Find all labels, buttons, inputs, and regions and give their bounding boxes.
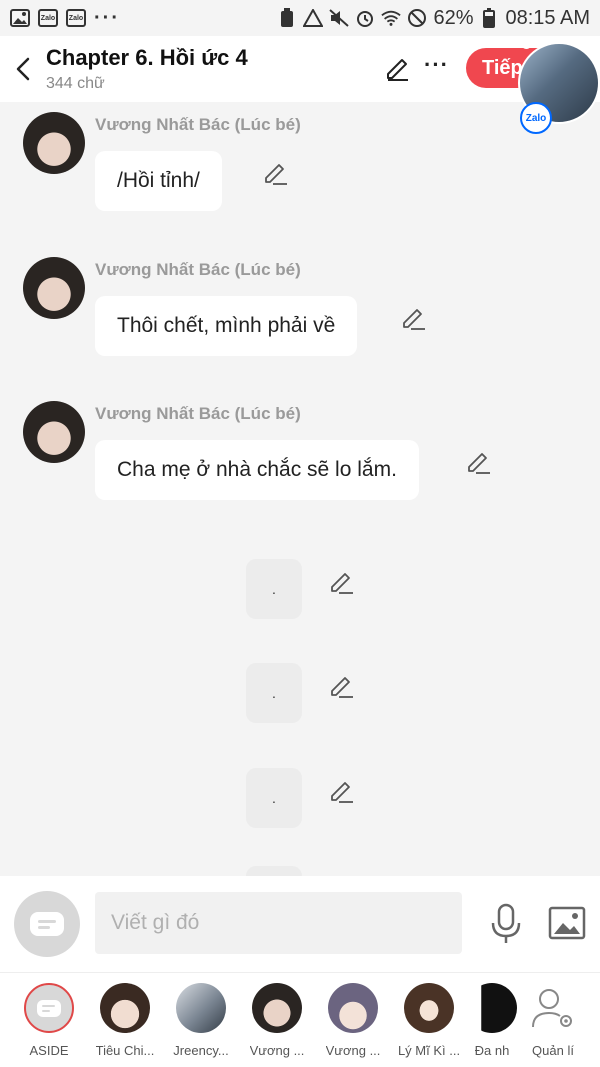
edit-chapter-button[interactable] xyxy=(384,54,412,82)
sender-name: Vương Nhất Bác (Lúc bé) xyxy=(95,404,301,423)
pencil-icon xyxy=(403,309,425,330)
edit-message-button[interactable] xyxy=(263,160,289,186)
more-options-button[interactable]: ··· xyxy=(424,52,449,78)
message-bubble[interactable]: . xyxy=(246,768,302,828)
pencil-icon xyxy=(387,59,408,81)
do-not-disturb-icon xyxy=(407,9,427,27)
pencil-icon xyxy=(468,453,490,474)
more-notifications-icon: ··· xyxy=(94,6,120,29)
image-icon xyxy=(548,906,586,940)
pencil-icon xyxy=(265,164,287,185)
back-button[interactable] xyxy=(0,36,46,102)
chevron-left-icon xyxy=(16,57,30,81)
zalo-icon: Zalo xyxy=(66,9,86,27)
wifi-icon xyxy=(381,9,402,27)
microphone-icon xyxy=(491,903,521,943)
avatar[interactable] xyxy=(23,257,85,319)
message-bubble[interactable]: Thôi chết, mình phải về xyxy=(95,296,358,356)
system-icons: 62% 08:15 AM xyxy=(277,7,590,30)
zalo-chat-head[interactable]: 5+ Zalo xyxy=(518,36,600,134)
pencil-icon xyxy=(331,677,353,698)
character-item[interactable]: Jreency... xyxy=(163,983,239,1063)
aside-avatar xyxy=(24,983,74,1033)
message-bubble-partial xyxy=(246,866,302,876)
next-label: Tiếp xyxy=(482,56,523,79)
pencil-icon xyxy=(331,573,353,594)
aside-icon xyxy=(30,912,64,936)
pencil-icon xyxy=(331,782,353,803)
character-name: Vương ... xyxy=(325,1043,381,1058)
avatar[interactable] xyxy=(23,401,85,463)
reader-header: Chapter 6. Hồi ức 4 344 chữ ··· Tiếp 5+ … xyxy=(0,36,600,134)
avatar xyxy=(252,983,302,1033)
sender-name: Vương Nhất Bác (Lúc bé) xyxy=(95,115,301,134)
message-input[interactable] xyxy=(95,892,462,954)
battery-icon xyxy=(479,8,499,28)
alarm-icon xyxy=(355,9,375,27)
character-name: Đa nh xyxy=(474,1043,510,1058)
message-bubble[interactable]: /Hồi tỉnh/ xyxy=(95,151,222,211)
word-count: 344 chữ xyxy=(46,75,105,92)
character-item[interactable]: Vương ... xyxy=(239,983,315,1063)
message-bubble[interactable]: Cha mẹ ở nhà chắc sẽ lo lắm. xyxy=(95,440,419,500)
clock: 08:15 AM xyxy=(505,6,590,29)
character-name: Lý Mĩ Kì ... xyxy=(397,1043,461,1058)
manage-characters-button[interactable]: Quản lí xyxy=(515,983,591,1063)
edit-message-button[interactable] xyxy=(329,673,355,699)
message-bubble[interactable]: . xyxy=(246,663,302,723)
character-item[interactable]: Vương ... xyxy=(315,983,391,1063)
zalo-logo-icon: Zalo xyxy=(520,102,552,134)
character-name: Vương ... xyxy=(249,1043,305,1058)
notification-icons: Zalo Zalo ··· xyxy=(10,7,120,30)
battery-saver-icon xyxy=(277,8,297,27)
aside-toggle-button[interactable] xyxy=(14,891,80,957)
avatar xyxy=(176,983,226,1033)
character-name: Jreency... xyxy=(173,1043,229,1058)
character-item[interactable]: Tiêu Chi... xyxy=(87,983,163,1063)
character-item[interactable]: Đa nh xyxy=(467,983,517,1063)
avatar[interactable] xyxy=(23,112,85,174)
character-item[interactable]: Lý Mĩ Kì ... xyxy=(391,983,467,1063)
avatar xyxy=(100,983,150,1033)
status-bar: Zalo Zalo ··· 62% 08:15 AM xyxy=(0,0,600,36)
character-name: Tiêu Chi... xyxy=(95,1043,155,1058)
character-aside[interactable]: ASIDE xyxy=(11,983,87,1063)
battery-percent: 62% xyxy=(433,6,474,29)
sender-name: Vương Nhất Bác (Lúc bé) xyxy=(95,260,301,279)
image-icon xyxy=(10,9,30,27)
data-saver-icon xyxy=(303,9,324,27)
avatar xyxy=(404,983,454,1033)
zalo-icon: Zalo xyxy=(38,9,58,27)
character-selector: ASIDE Tiêu Chi... Jreency... Vương ... V… xyxy=(0,972,600,1067)
edit-message-button[interactable] xyxy=(401,305,427,331)
edit-message-button[interactable] xyxy=(466,449,492,475)
character-name: Quản lí xyxy=(532,1043,574,1058)
title-group: Chapter 6. Hồi ức 4 344 chữ xyxy=(46,45,248,93)
edit-message-button[interactable] xyxy=(329,778,355,804)
user-settings-icon xyxy=(532,989,572,1028)
mute-icon xyxy=(329,9,350,27)
image-picker-button[interactable] xyxy=(548,906,586,940)
edit-message-button[interactable] xyxy=(329,569,355,595)
unread-badge: 5+ xyxy=(522,36,541,53)
composer-bar xyxy=(0,876,600,972)
page-title: Chapter 6. Hồi ức 4 xyxy=(46,45,248,70)
aside-icon xyxy=(37,999,61,1017)
message-bubble[interactable]: . xyxy=(246,559,302,619)
character-name: ASIDE xyxy=(29,1043,69,1058)
avatar xyxy=(328,983,378,1033)
microphone-button[interactable] xyxy=(488,903,524,945)
avatar xyxy=(467,983,517,1033)
